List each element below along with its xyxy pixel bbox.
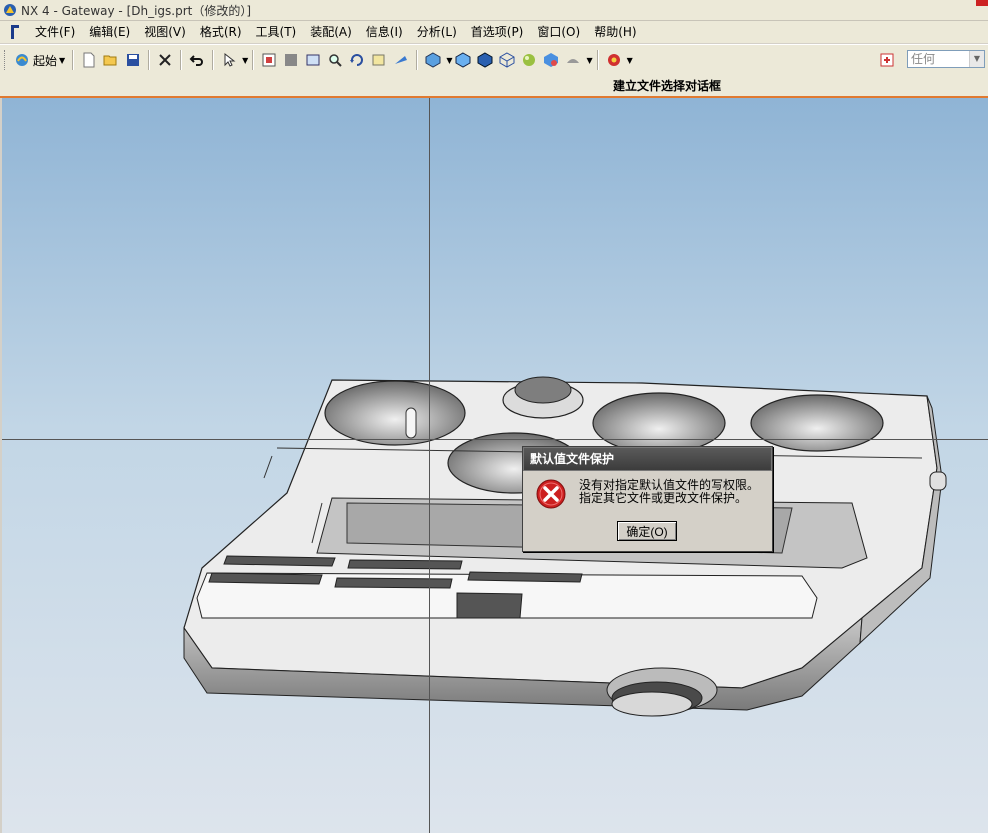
- chevron-down-icon[interactable]: ▼: [242, 56, 248, 65]
- cue-text: 建立文件选择对话框: [613, 79, 722, 93]
- menu-analysis[interactable]: 分析(L): [410, 22, 464, 42]
- start-button[interactable]: 起始 ▼: [11, 49, 68, 71]
- shaded-button[interactable]: [423, 50, 443, 70]
- undo-icon: [189, 55, 204, 66]
- chevron-down-icon[interactable]: ▼: [586, 56, 592, 65]
- chevron-down-icon[interactable]: ▼: [627, 56, 633, 65]
- zoom-fit-icon: [306, 54, 320, 66]
- graphics-window[interactable]: [2, 98, 988, 833]
- dialog-message: 没有对指定默认值文件的写权限。 指定其它文件或更改文件保护。: [579, 479, 759, 505]
- toolbar-grip[interactable]: [4, 50, 8, 70]
- chevron-down-icon: ▼: [969, 51, 984, 67]
- part-model-image: [183, 376, 947, 717]
- view-orient-icon: [395, 56, 408, 64]
- open-icon: [103, 55, 117, 66]
- new-file-button[interactable]: [79, 50, 99, 70]
- ok-button[interactable]: 确定(O): [617, 521, 677, 541]
- studio-icon: [523, 54, 536, 66]
- delete-icon: [159, 54, 171, 66]
- window-title: NX 4 - Gateway - [Dh_igs.prt（修改的）]: [21, 3, 252, 18]
- crosshair-horizontal: [2, 439, 988, 440]
- save-button[interactable]: [123, 50, 143, 70]
- selection-filter-button[interactable]: [877, 50, 897, 70]
- render-style-button[interactable]: [604, 50, 624, 70]
- render-icon: [544, 53, 559, 67]
- close-window-button[interactable]: [976, 0, 988, 6]
- menu-assemblies[interactable]: 装配(A): [303, 22, 359, 42]
- toolbar-separator: [596, 50, 599, 70]
- toolbar-separator: [212, 50, 215, 70]
- shaded-edges-button[interactable]: [453, 50, 473, 70]
- dialog-message-line-2: 指定其它文件或更改文件保护。: [579, 491, 748, 505]
- save-icon: [127, 54, 140, 66]
- select-button[interactable]: [219, 50, 239, 70]
- crosshair-vertical: [429, 98, 430, 833]
- toolbar-separator: [252, 50, 255, 70]
- fit-button[interactable]: [259, 50, 279, 70]
- defaults-file-protection-dialog: 默认值文件保护 没有对指定默认值文件的写权限。 指定其它文件或更改文件保护。 确…: [522, 446, 773, 552]
- menu-edit[interactable]: 编辑(E): [82, 22, 137, 42]
- type-filter-select[interactable]: 任何 ▼: [907, 50, 985, 68]
- select-icon: [224, 52, 236, 67]
- dialog-title: 默认值文件保护: [523, 447, 772, 471]
- start-icon: [16, 54, 28, 66]
- nx-app-icon: [4, 4, 16, 16]
- menu-view[interactable]: 视图(V): [137, 22, 193, 42]
- wireframe-button[interactable]: [497, 50, 517, 70]
- zoom-button[interactable]: [325, 50, 345, 70]
- shaded-icon: [425, 52, 441, 68]
- wireframe-icon: [499, 52, 515, 68]
- snap-view-icon: [372, 54, 385, 66]
- fit-icon: [262, 53, 276, 67]
- standard-toolbar: 起始 ▼ ▼ ▼ ▼ ▼ 任何 ▼: [0, 44, 988, 76]
- menu-format[interactable]: 格式(R): [193, 22, 249, 42]
- snap-view-button[interactable]: [369, 50, 389, 70]
- rotate-icon: [350, 54, 364, 66]
- undo-button[interactable]: [187, 50, 207, 70]
- zoom-icon: [329, 54, 343, 67]
- toolbar-separator: [72, 50, 75, 70]
- orient-view-button[interactable]: [391, 50, 411, 70]
- chevron-down-icon: ▼: [59, 55, 66, 65]
- render-button[interactable]: [541, 50, 561, 70]
- shaded-edges-icon: [455, 52, 471, 68]
- zoom-window-button[interactable]: [281, 50, 301, 70]
- start-label: 起始: [33, 53, 58, 68]
- dark-shaded-icon: [477, 52, 493, 68]
- face-analysis-icon: [567, 59, 580, 63]
- menu-help[interactable]: 帮助(H): [587, 22, 643, 42]
- rotate-button[interactable]: [347, 50, 367, 70]
- face-analysis-button[interactable]: [563, 50, 583, 70]
- chevron-down-icon[interactable]: ▼: [446, 56, 452, 65]
- filter-icon: [880, 53, 894, 67]
- toolbar-separator: [180, 50, 183, 70]
- title-bar: NX 4 - Gateway - [Dh_igs.prt（修改的）]: [0, 0, 988, 21]
- cue-line: 建立文件选择对话框: [0, 75, 988, 98]
- error-icon: [536, 479, 566, 509]
- new-icon: [83, 52, 95, 68]
- toolbar-separator: [416, 50, 419, 70]
- dark-shaded-button[interactable]: [475, 50, 495, 70]
- menu-tools[interactable]: 工具(T): [249, 22, 304, 42]
- zoom-fit-button[interactable]: [303, 50, 323, 70]
- menu-window[interactable]: 窗口(O): [530, 22, 587, 42]
- menu-bar: 文件(F) 编辑(E) 视图(V) 格式(R) 工具(T) 装配(A) 信息(I…: [0, 21, 988, 43]
- zoom-window-icon: [285, 54, 298, 66]
- menu-preferences[interactable]: 首选项(P): [464, 22, 531, 42]
- document-icon: [11, 25, 19, 39]
- menu-file[interactable]: 文件(F): [28, 22, 82, 42]
- render-style-icon: [607, 54, 620, 66]
- toolbar-separator: [148, 50, 151, 70]
- type-filter-value: 任何: [911, 52, 936, 66]
- open-file-button[interactable]: [101, 50, 121, 70]
- delete-button[interactable]: [155, 50, 175, 70]
- menu-information[interactable]: 信息(I): [359, 22, 410, 42]
- studio-button[interactable]: [519, 50, 539, 70]
